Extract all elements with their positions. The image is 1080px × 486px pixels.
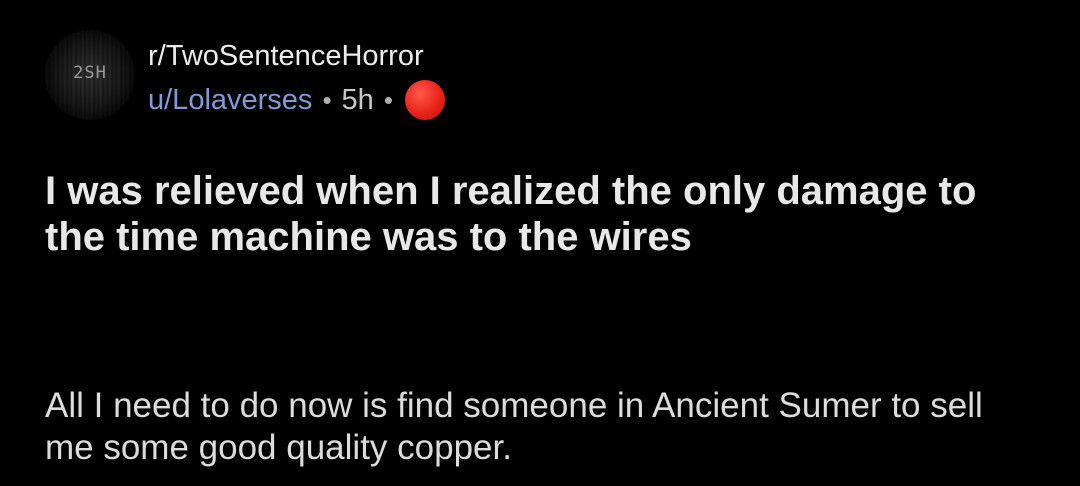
subreddit-avatar[interactable]: 2SH	[45, 30, 135, 120]
post-header: 2SH r/TwoSentenceHorror u/Lolaverses • 5…	[45, 30, 445, 120]
post-meta: r/TwoSentenceHorror u/Lolaverses • 5h •	[148, 39, 445, 120]
post-card: 2SH r/TwoSentenceHorror u/Lolaverses • 5…	[0, 0, 1080, 486]
separator-dot: •	[322, 85, 332, 115]
byline: u/Lolaverses • 5h •	[148, 80, 445, 120]
avatar-logo-text: 2SH	[73, 63, 107, 83]
separator-dot: •	[383, 85, 393, 115]
post-age: 5h	[341, 84, 374, 116]
red-dot-icon	[404, 80, 445, 120]
post-body: All I need to do now is find someone in …	[45, 386, 983, 467]
username-link[interactable]: u/Lolaverses	[148, 82, 312, 118]
subreddit-link[interactable]: r/TwoSentenceHorror	[148, 39, 445, 73]
post-title[interactable]: I was relieved when I realized the only …	[45, 168, 1035, 260]
